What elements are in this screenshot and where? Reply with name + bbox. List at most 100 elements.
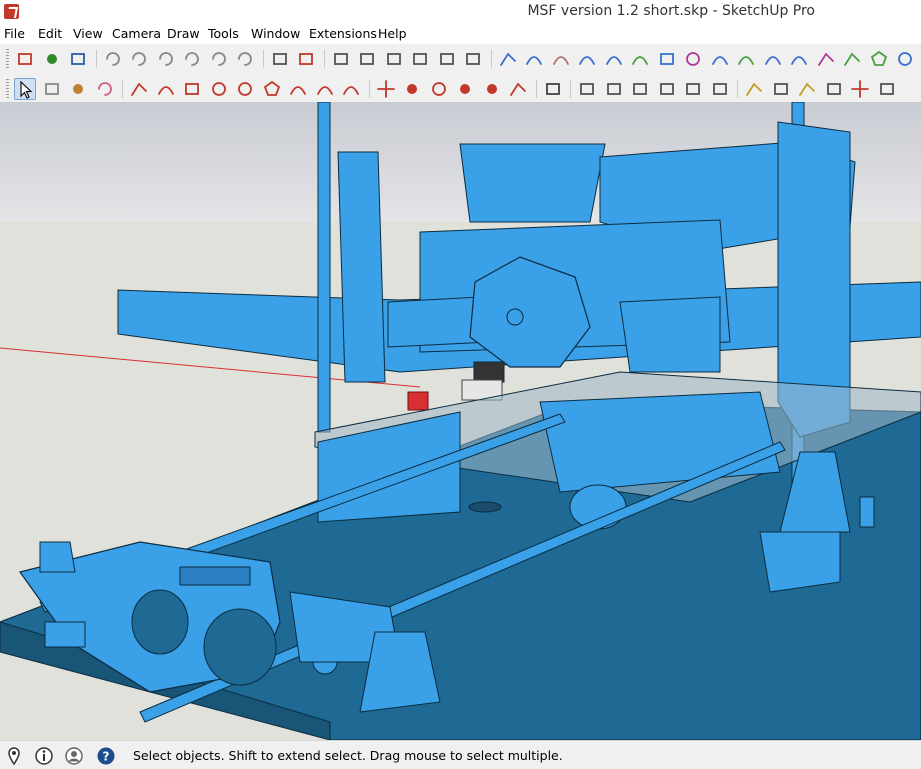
circle-draw-icon[interactable] xyxy=(234,78,256,100)
toolbar-separator xyxy=(95,50,97,68)
extend-icon[interactable] xyxy=(841,48,863,70)
rotate-icon[interactable] xyxy=(428,78,450,100)
arc-draw-icon[interactable] xyxy=(287,78,309,100)
scale-icon[interactable] xyxy=(481,78,503,100)
polygon-draw-icon[interactable] xyxy=(261,78,283,100)
toolbar-grip[interactable] xyxy=(6,49,9,69)
save-icon[interactable] xyxy=(67,48,89,70)
front-view-icon[interactable] xyxy=(383,48,405,70)
left-bolt xyxy=(39,541,76,573)
paint-bucket-icon[interactable] xyxy=(67,78,89,100)
fillet-icon[interactable] xyxy=(762,48,784,70)
user-icon[interactable] xyxy=(64,746,84,766)
bezier-icon[interactable] xyxy=(735,48,757,70)
solid-tools-4-icon[interactable] xyxy=(656,78,678,100)
menu-edit[interactable]: Edit xyxy=(38,26,62,41)
motor-shaft xyxy=(506,308,524,326)
line-tool-icon[interactable] xyxy=(497,48,519,70)
rectangle-draw-icon[interactable] xyxy=(181,78,203,100)
menu-help[interactable]: Help xyxy=(378,26,407,41)
push-pull-icon[interactable] xyxy=(401,78,423,100)
move-icon[interactable] xyxy=(375,78,397,100)
menu-window[interactable]: Window xyxy=(251,26,300,41)
undo-icon[interactable] xyxy=(208,48,230,70)
open-icon[interactable] xyxy=(41,48,63,70)
top-view-icon[interactable] xyxy=(356,48,378,70)
window-title: MSF version 1.2 short.skp - SketchUp Pro xyxy=(527,3,815,19)
toolbar-separator xyxy=(323,50,325,68)
title-bar: MSF version 1.2 short.skp - SketchUp Pro xyxy=(0,0,921,24)
arc-green-icon[interactable] xyxy=(629,48,651,70)
offset-curve-icon[interactable] xyxy=(603,48,625,70)
spiral-icon[interactable] xyxy=(894,48,916,70)
arc-2pt-icon[interactable] xyxy=(314,78,336,100)
main-toolbar xyxy=(0,44,921,75)
polygon-icon[interactable] xyxy=(868,48,890,70)
toolbar-separator xyxy=(570,80,571,98)
solid-tools-3-icon[interactable] xyxy=(629,78,651,100)
bed-hole xyxy=(468,501,502,513)
menu-view[interactable]: View xyxy=(73,26,103,41)
tower-base xyxy=(759,531,841,593)
help-icon[interactable]: ? xyxy=(96,746,116,766)
iso-view-icon[interactable] xyxy=(330,48,352,70)
menu-draw[interactable]: Draw xyxy=(167,26,200,41)
rotated-rect-icon[interactable] xyxy=(208,78,230,100)
paste-icon[interactable] xyxy=(155,48,177,70)
drawing-toolbar xyxy=(0,74,921,102)
protractor-icon[interactable] xyxy=(796,78,818,100)
redo-icon[interactable] xyxy=(234,48,256,70)
status-message: Select objects. Shift to extend select. … xyxy=(133,748,563,763)
axes-icon[interactable] xyxy=(849,78,871,100)
arc-blue-icon[interactable] xyxy=(709,48,731,70)
spool-bolt xyxy=(859,496,875,528)
arc-tool-icon[interactable] xyxy=(523,48,545,70)
switch-block xyxy=(179,566,251,586)
geo-location-icon[interactable] xyxy=(4,746,24,766)
dimension-icon[interactable] xyxy=(770,78,792,100)
pie-icon[interactable] xyxy=(340,78,362,100)
3d-text-icon[interactable] xyxy=(876,78,898,100)
cut-icon[interactable] xyxy=(102,48,124,70)
toolbar-grip[interactable] xyxy=(6,79,9,99)
menu-tools[interactable]: Tools xyxy=(208,26,239,41)
circle-icon[interactable] xyxy=(682,48,704,70)
model-info-icon[interactable] xyxy=(295,48,317,70)
menu-file[interactable]: File xyxy=(4,26,25,41)
follow-me-icon[interactable] xyxy=(454,78,476,100)
new-model-icon[interactable] xyxy=(14,48,36,70)
print-icon[interactable] xyxy=(269,48,291,70)
freehand-draw-icon[interactable] xyxy=(155,78,177,100)
solid-tools-6-icon[interactable] xyxy=(709,78,731,100)
model-scene xyxy=(0,102,921,740)
solid-tools-1-icon[interactable] xyxy=(576,78,598,100)
status-bar: ? Select objects. Shift to extend select… xyxy=(0,740,921,769)
curve-icon[interactable] xyxy=(576,48,598,70)
rectangle-icon[interactable] xyxy=(656,48,678,70)
offset-icon[interactable] xyxy=(507,78,529,100)
outliner-icon[interactable] xyxy=(542,78,564,100)
polyline-icon[interactable] xyxy=(815,48,837,70)
credits-icon[interactable] xyxy=(34,746,54,766)
tape-measure-icon[interactable] xyxy=(743,78,765,100)
model-viewport[interactable] xyxy=(0,102,921,740)
menu-camera[interactable]: Camera xyxy=(112,26,161,41)
text-tool-icon[interactable] xyxy=(823,78,845,100)
copy-icon[interactable] xyxy=(128,48,150,70)
toolbar-separator xyxy=(262,50,264,68)
component-icon[interactable] xyxy=(41,78,63,100)
pencil-icon[interactable] xyxy=(128,78,150,100)
corner-icon[interactable] xyxy=(788,48,810,70)
toolbar-separator xyxy=(535,80,537,98)
eraser-icon[interactable] xyxy=(94,78,116,100)
back-view-icon[interactable] xyxy=(436,48,458,70)
solid-tools-2-icon[interactable] xyxy=(603,78,625,100)
solid-tools-5-icon[interactable] xyxy=(682,78,704,100)
select-tool-icon[interactable] xyxy=(14,78,36,100)
clamp-slot-1 xyxy=(131,589,189,655)
right-view-icon[interactable] xyxy=(409,48,431,70)
erase-icon[interactable] xyxy=(181,48,203,70)
freehand-icon[interactable] xyxy=(550,48,572,70)
left-view-icon[interactable] xyxy=(462,48,484,70)
menu-extensions[interactable]: Extensions xyxy=(309,26,377,41)
